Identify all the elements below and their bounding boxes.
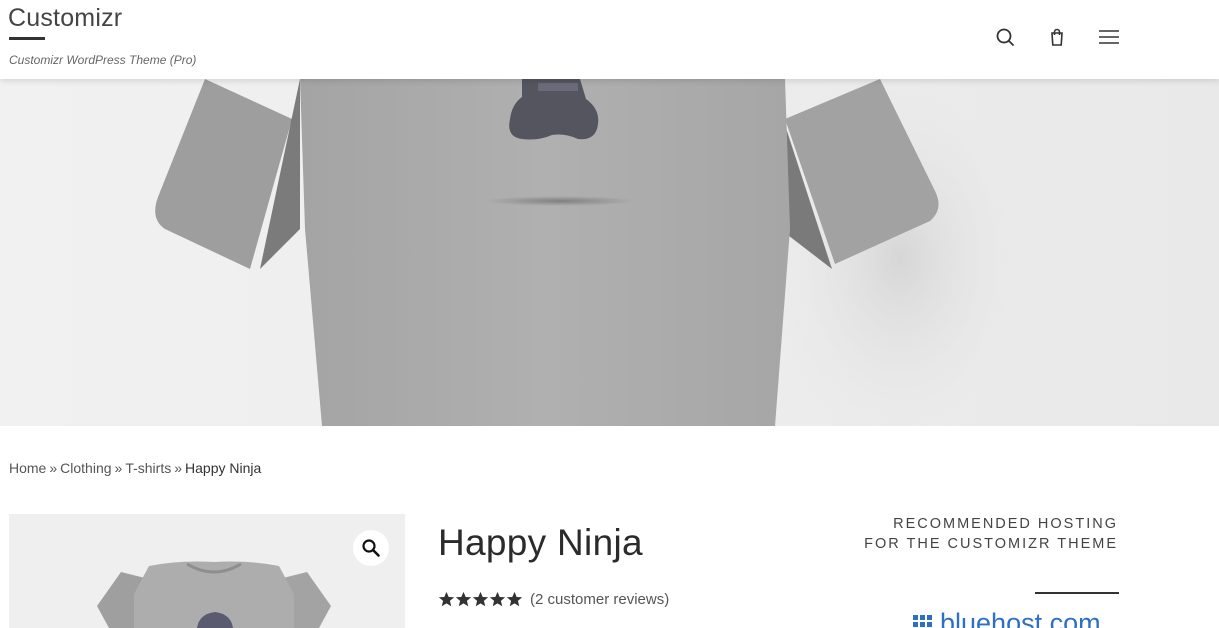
bluehost-logo-text: bluehost.com [940, 608, 1101, 628]
product-image[interactable] [9, 514, 405, 628]
site-tagline: Customizr WordPress Theme (Pro) [9, 53, 197, 67]
star-icon [438, 591, 455, 607]
breadcrumb: Home» Clothing» T-shirts» Happy Ninja [9, 460, 261, 476]
widget-divider [1035, 592, 1119, 594]
site-title[interactable]: Customizr [8, 4, 122, 33]
breadcrumb-clothing[interactable]: Clothing [60, 460, 111, 476]
star-rating [438, 591, 523, 608]
zoom-button[interactable] [353, 530, 389, 566]
customer-reviews-link[interactable]: (2 customer reviews) [530, 591, 669, 608]
star-icon [506, 591, 523, 607]
star-icon [472, 591, 489, 607]
product-rating: (2 customer reviews) [438, 591, 669, 608]
hero-image [0, 79, 1219, 426]
hero-tshirt-illustration [155, 79, 1040, 426]
menu-icon[interactable] [1097, 25, 1121, 49]
title-underline [9, 37, 45, 40]
breadcrumb-current: Happy Ninja [185, 460, 262, 476]
bluehost-logo-link[interactable]: bluehost.com [913, 608, 1101, 628]
product-tshirt-thumbnail [97, 561, 331, 628]
search-icon[interactable] [993, 25, 1017, 49]
magnifier-icon [362, 539, 380, 557]
bluehost-grid-icon [913, 615, 932, 628]
star-icon [489, 591, 506, 607]
product-title: Happy Ninja [438, 522, 643, 563]
site-header: Customizr Customizr WordPress Theme (Pro… [0, 0, 1219, 79]
shopping-bag-icon[interactable] [1045, 25, 1069, 49]
breadcrumb-separator: » [174, 460, 183, 476]
breadcrumb-home[interactable]: Home [9, 460, 46, 476]
star-icon [455, 591, 472, 607]
breadcrumb-separator: » [114, 460, 123, 476]
widget-title: RECOMMENDED HOSTING FOR THE CUSTOMIZR TH… [864, 516, 1118, 552]
breadcrumb-tshirts[interactable]: T-shirts [125, 460, 171, 476]
breadcrumb-separator: » [49, 460, 58, 476]
